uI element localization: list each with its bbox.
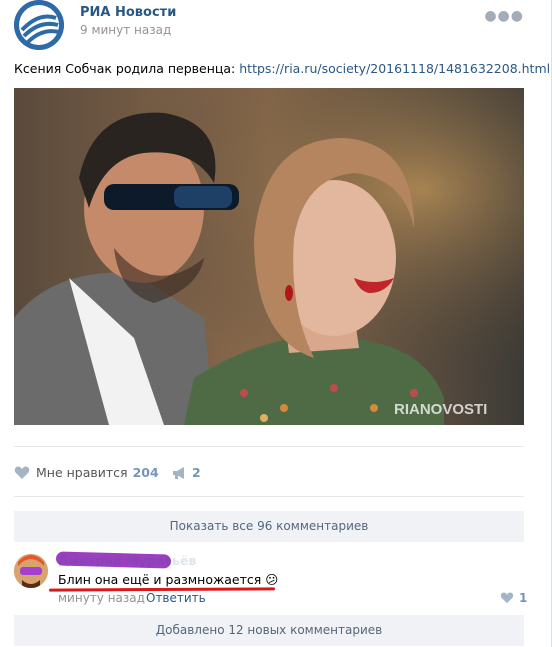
divider bbox=[14, 446, 524, 447]
show-all-comments-button[interactable]: Показать все 96 комментариев bbox=[14, 511, 524, 542]
comment-like-count: 1 bbox=[519, 591, 528, 605]
divider bbox=[14, 496, 524, 497]
post-author-link[interactable]: РИА Новости bbox=[80, 5, 176, 20]
comment-body: Блин она ещё и размножается bbox=[58, 572, 262, 587]
post-text: Ксения Собчак родила первенца: https://r… bbox=[14, 61, 550, 76]
ria-logo-icon bbox=[14, 0, 64, 50]
post-timestamp[interactable]: 9 минут назад bbox=[80, 23, 171, 37]
megaphone-icon bbox=[173, 466, 184, 479]
post-photo[interactable]: RIANOVOSTI bbox=[14, 88, 524, 425]
photo-image: RIANOVOSTI bbox=[14, 88, 524, 425]
reply-button[interactable]: Ответить bbox=[146, 591, 206, 605]
heart-icon bbox=[500, 592, 514, 604]
heart-icon bbox=[14, 466, 30, 479]
like-label: Мне нравится bbox=[36, 465, 128, 480]
new-comments-button[interactable]: Добавлено 12 новых комментариев bbox=[14, 615, 524, 646]
more-options-icon[interactable]: ●●● bbox=[484, 8, 524, 24]
share-count: 2 bbox=[192, 465, 201, 480]
confused-emoji-icon: 😕 bbox=[265, 572, 279, 587]
like-button[interactable]: Мне нравится 204 bbox=[14, 465, 159, 480]
comment-text: Блин она ещё и размножается 😕 bbox=[58, 572, 278, 587]
post-text-body: Ксения Собчак родила первенца: bbox=[14, 61, 236, 76]
post-link[interactable]: https://ria.ru/society/20161118/14816322… bbox=[239, 61, 550, 76]
share-button[interactable]: 2 bbox=[172, 465, 201, 480]
avatar-image bbox=[14, 554, 48, 588]
comment-timestamp[interactable]: минуту назад bbox=[58, 591, 145, 605]
commenter-avatar[interactable] bbox=[14, 554, 48, 588]
like-count: 204 bbox=[132, 465, 159, 480]
photo-watermark: RIANOVOSTI bbox=[394, 401, 487, 418]
community-avatar[interactable] bbox=[14, 0, 64, 50]
comment-like-button[interactable]: 1 bbox=[500, 591, 527, 605]
commenter-name[interactable]: Дмитрий Муравьёв bbox=[58, 553, 196, 568]
